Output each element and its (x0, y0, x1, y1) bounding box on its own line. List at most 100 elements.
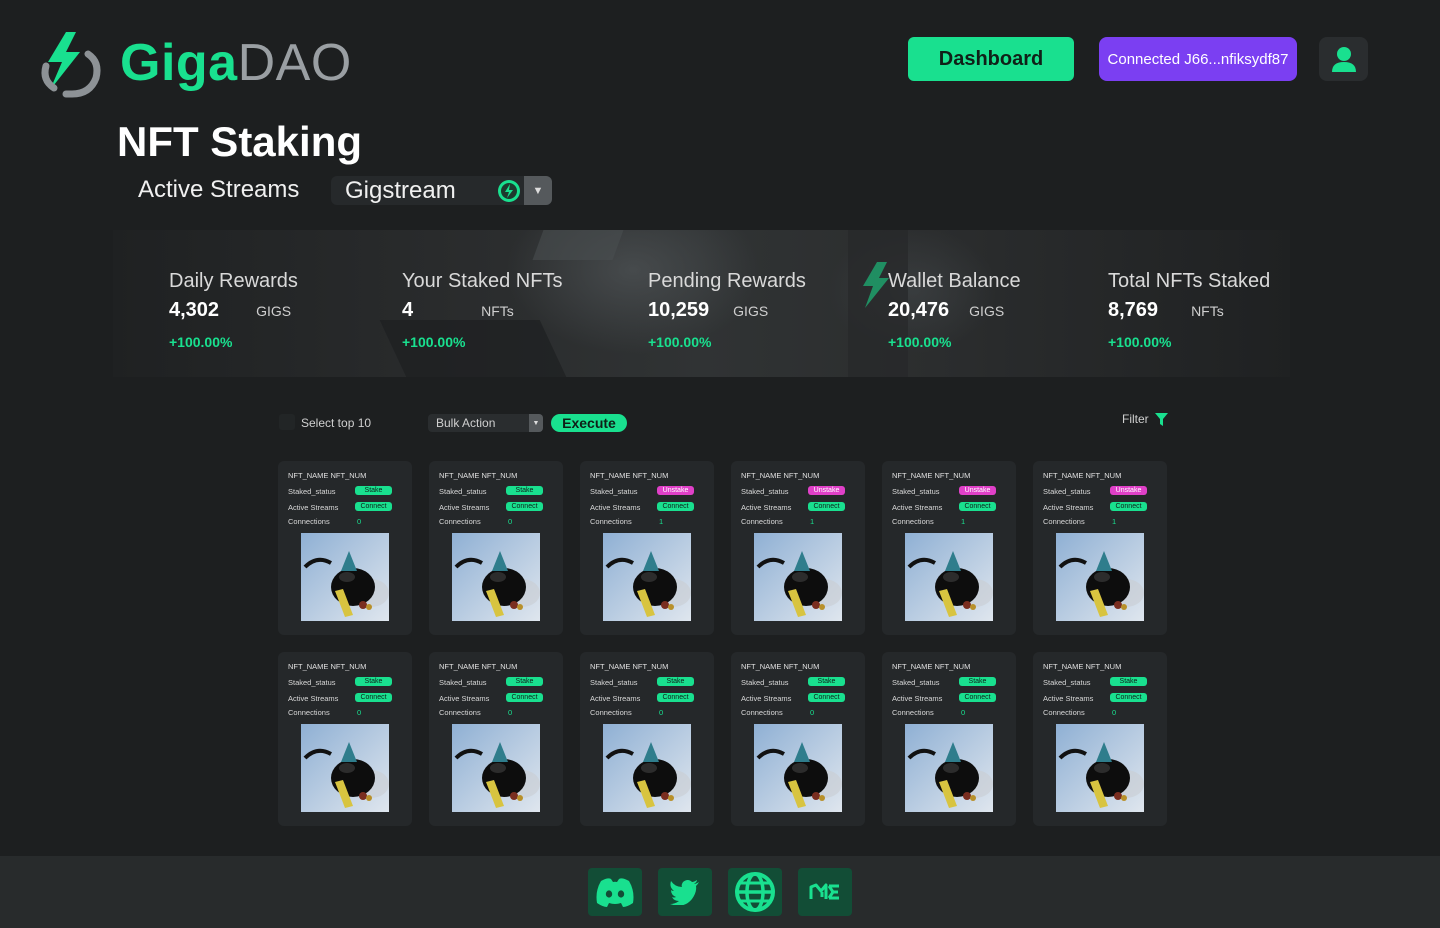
staked-status-label: Staked_status (439, 678, 487, 687)
twitter-link[interactable] (658, 868, 712, 916)
stat-unit: GIGS (969, 303, 1005, 319)
magic-eden-link[interactable] (798, 868, 852, 916)
stat-wallet-balance: Wallet Balance 20,476 GIGS +100.00% (888, 270, 1021, 350)
stat-label: Daily Rewards (169, 270, 298, 292)
stake-toggle-button[interactable]: Unstake (959, 486, 996, 495)
nft-card[interactable]: NFT_NAME NFT_NUM Staked_status Stake Act… (278, 461, 412, 635)
connect-stream-button[interactable]: Connect (355, 502, 392, 511)
staked-status-label: Staked_status (892, 487, 940, 496)
connect-stream-button[interactable]: Connect (808, 693, 845, 702)
nft-card[interactable]: NFT_NAME NFT_NUM Staked_status Stake Act… (429, 461, 563, 635)
connect-stream-button[interactable]: Connect (808, 502, 845, 511)
stake-toggle-button[interactable]: Unstake (808, 486, 845, 495)
connections-label: Connections (439, 517, 481, 526)
execute-button[interactable]: Execute (551, 414, 627, 432)
nft-image (301, 724, 389, 812)
select-top-checkbox[interactable] (279, 414, 295, 430)
connect-stream-button[interactable]: Connect (959, 693, 996, 702)
nft-card[interactable]: NFT_NAME NFT_NUM Staked_status Stake Act… (731, 652, 865, 826)
twitter-icon (670, 880, 699, 905)
nft-card[interactable]: NFT_NAME NFT_NUM Staked_status Unstake A… (1033, 461, 1167, 635)
bulk-action-dropdown[interactable]: Bulk Action ▼ (428, 414, 543, 432)
stat-unit: GIGS (256, 303, 292, 319)
nft-title: NFT_NAME NFT_NUM (590, 471, 669, 480)
nft-title: NFT_NAME NFT_NUM (1043, 662, 1122, 671)
stake-toggle-button[interactable]: Stake (506, 486, 543, 495)
nft-grid: NFT_NAME NFT_NUM Staked_status Stake Act… (278, 461, 1168, 826)
user-icon (1331, 47, 1356, 72)
gigadao-logo[interactable]: GigaDAO (36, 28, 352, 98)
select-top-label: Select top 10 (301, 416, 372, 430)
stake-toggle-button[interactable]: Stake (959, 677, 996, 686)
nft-title: NFT_NAME NFT_NUM (288, 471, 367, 480)
nft-artwork-image (301, 533, 389, 621)
user-profile-button[interactable] (1319, 37, 1368, 81)
filter-button[interactable]: Filter (1122, 412, 1168, 426)
connect-stream-button[interactable]: Connect (355, 693, 392, 702)
chevron-down-icon[interactable]: ▼ (524, 176, 552, 205)
active-streams-label: Active Streams (892, 503, 943, 512)
stake-toggle-button[interactable]: Unstake (657, 486, 694, 495)
stake-toggle-button[interactable]: Stake (1110, 677, 1147, 686)
nft-title: NFT_NAME NFT_NUM (1043, 471, 1122, 480)
active-streams-label: Active Streams (741, 694, 792, 703)
nft-card[interactable]: NFT_NAME NFT_NUM Staked_status Stake Act… (429, 652, 563, 826)
nft-card[interactable]: NFT_NAME NFT_NUM Staked_status Unstake A… (731, 461, 865, 635)
nft-card[interactable]: NFT_NAME NFT_NUM Staked_status Stake Act… (1033, 652, 1167, 826)
stat-value: 20,476 (888, 299, 950, 321)
connections-label: Connections (741, 517, 783, 526)
connect-stream-button[interactable]: Connect (506, 502, 543, 511)
staked-status-label: Staked_status (1043, 678, 1091, 687)
connect-stream-button[interactable]: Connect (1110, 502, 1147, 511)
dashboard-button[interactable]: Dashboard (908, 37, 1074, 81)
connections-count: 0 (508, 517, 513, 526)
stat-label: Wallet Balance (888, 270, 1021, 292)
connections-count: 0 (810, 708, 815, 717)
stake-toggle-button[interactable]: Stake (657, 677, 694, 686)
connect-stream-button[interactable]: Connect (959, 502, 996, 511)
active-streams-label: Active Streams (1043, 694, 1094, 703)
wallet-connected-button[interactable]: Connected J66...nfiksydf87 (1099, 37, 1297, 81)
stake-toggle-button[interactable]: Stake (355, 677, 392, 686)
active-streams-label: Active Streams (590, 694, 641, 703)
connections-label: Connections (288, 708, 330, 717)
staked-status-label: Staked_status (288, 678, 336, 687)
stat-label: Your Staked NFTs (402, 270, 563, 292)
nft-card[interactable]: NFT_NAME NFT_NUM Staked_status Unstake A… (580, 461, 714, 635)
nft-card[interactable]: NFT_NAME NFT_NUM Staked_status Stake Act… (278, 652, 412, 826)
stat-value: 10,259 (648, 299, 710, 321)
nft-image (754, 533, 842, 621)
connect-stream-button[interactable]: Connect (506, 693, 543, 702)
nft-card[interactable]: NFT_NAME NFT_NUM Staked_status Unstake A… (882, 461, 1016, 635)
connections-label: Connections (1043, 517, 1085, 526)
nft-image (452, 724, 540, 812)
connect-stream-button[interactable]: Connect (657, 693, 694, 702)
chevron-down-icon[interactable]: ▼ (529, 414, 543, 432)
connections-label: Connections (590, 708, 632, 717)
stake-toggle-button[interactable]: Unstake (1110, 486, 1147, 495)
stake-toggle-button[interactable]: Stake (506, 677, 543, 686)
stream-dropdown[interactable]: Gigstream ▼ (331, 176, 552, 205)
discord-link[interactable] (588, 868, 642, 916)
nft-card[interactable]: NFT_NAME NFT_NUM Staked_status Stake Act… (882, 652, 1016, 826)
nft-card[interactable]: NFT_NAME NFT_NUM Staked_status Stake Act… (580, 652, 714, 826)
connections-count: 0 (508, 708, 513, 717)
active-streams-label: Active Streams (1043, 503, 1094, 512)
stake-toggle-button[interactable]: Stake (355, 486, 392, 495)
stake-toggle-button[interactable]: Stake (808, 677, 845, 686)
nft-image (301, 533, 389, 621)
nft-artwork-image (452, 724, 540, 812)
connect-stream-button[interactable]: Connect (1110, 693, 1147, 702)
staked-status-label: Staked_status (439, 487, 487, 496)
stat-value: 4 (402, 299, 414, 321)
active-streams-label: Active Streams (741, 503, 792, 512)
connections-label: Connections (439, 708, 481, 717)
active-streams-label: Active Streams (138, 176, 300, 203)
website-link[interactable] (728, 868, 782, 916)
connections-count: 0 (1112, 708, 1117, 717)
stat-change: +100.00% (888, 334, 952, 350)
connect-stream-button[interactable]: Connect (657, 502, 694, 511)
nft-title: NFT_NAME NFT_NUM (741, 662, 820, 671)
staked-status-label: Staked_status (590, 678, 638, 687)
page-title: NFT Staking (117, 118, 363, 165)
